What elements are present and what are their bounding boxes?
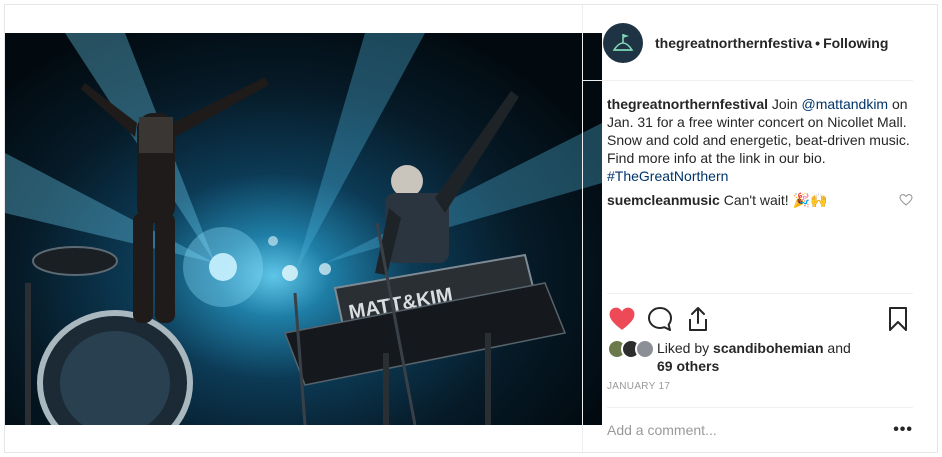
concert-photo[interactable]: MATT&KIM [5,33,602,425]
caption-mention-link[interactable]: @mattandkim [802,96,889,112]
likes-summary: Liked by scandibohemian and 69 others [607,339,867,375]
comment-item: suemcleanmusic Can't wait! 🎉🙌 [607,191,913,209]
liker-avatars[interactable] [607,339,655,375]
caption: thegreatnorthernfestival Join @mattandki… [607,95,913,185]
comment-username[interactable]: suemcleanmusic [607,192,720,208]
comment-like-heart-icon[interactable] [899,194,913,206]
festival-logo-icon [612,33,634,51]
liker-username[interactable]: scandibohemian [713,340,823,356]
post-header: thegreatnorthernfestiva • Following [583,5,913,81]
comment-button[interactable] [645,304,675,334]
save-button[interactable] [883,304,913,334]
share-button[interactable] [683,304,713,334]
liker-avatar [635,339,655,359]
post-date[interactable]: JANUARY 17 [607,381,670,392]
bookmark-icon [889,306,907,331]
action-bar [607,293,913,333]
more-options-button[interactable]: ••• [893,421,913,439]
caption-text-1: Join [768,96,802,112]
heart-filled-icon [609,307,635,330]
concert-photo-art: MATT&KIM [5,33,602,425]
post-media[interactable]: MATT&KIM [5,5,602,452]
comment-text: Can't wait! 🎉🙌 [719,192,828,208]
follow-status-button[interactable]: Following [823,35,888,51]
instagram-post: MATT&KIM thegreatnorthernfestiva • Follo… [4,4,938,453]
comments-section: thegreatnorthernfestival Join @mattandki… [583,81,937,209]
speech-bubble-icon [648,306,672,331]
post-username[interactable]: thegreatnorthernfestiva [655,35,812,51]
comment-input[interactable] [607,421,894,438]
share-upload-icon [689,306,707,331]
add-comment-bar: ••• [607,407,913,451]
post-sidebar: thegreatnorthernfestiva • Following thegre… [582,5,937,452]
caption-hashtag-link[interactable]: #TheGreatNorthern [607,168,728,184]
profile-avatar[interactable] [603,22,643,63]
like-button[interactable] [607,304,637,334]
header-separator: • [815,34,821,51]
likes-others-link[interactable]: 69 others [657,358,719,374]
likes-middle: and [823,340,851,356]
likes-text: Liked by scandibohemian and 69 others [657,339,867,375]
caption-username[interactable]: thegreatnorthernfestival [607,96,768,112]
header-text: thegreatnorthernfestiva • Following [655,35,895,51]
likes-prefix: Liked by [657,340,714,356]
